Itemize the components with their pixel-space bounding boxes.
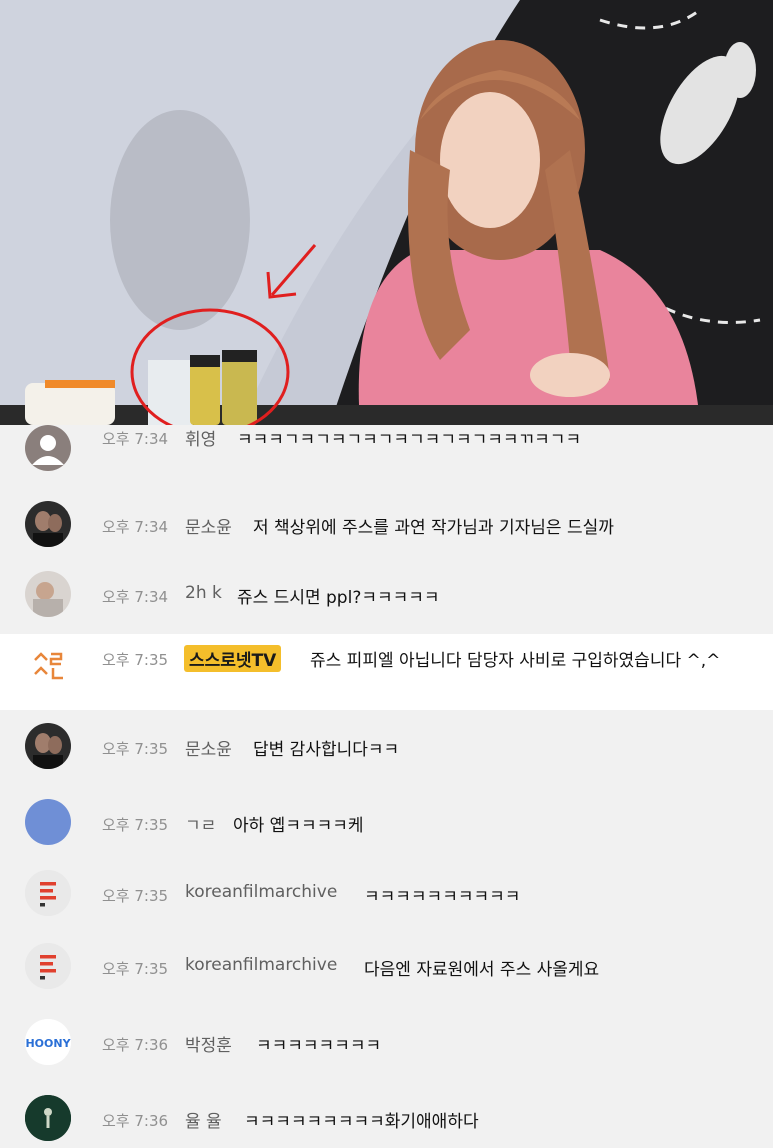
message-timestamp: 오후 7:34 [102, 518, 169, 536]
message-text: 쥬스 피피엘 아닙니다 담당자 사비로 구입하였습니다 ^,^ [310, 651, 721, 671]
chat-message[interactable]: 오후 7:34 2h k 쥬스 드시면 ppl?ㅋㅋㅋㅋㅋ [0, 559, 773, 629]
video-player[interactable] [0, 0, 773, 425]
chat-message[interactable]: HOONY 오후 7:36 박정훈 ㅋㅋㅋㅋㅋㅋㅋㅋ [0, 1007, 773, 1077]
chat-message[interactable]: 오후 7:35 koreanfilmarchive 다음엔 자료원에서 주스 사… [0, 931, 773, 1001]
chat-message[interactable]: 오후 7:35 koreanfilmarchive ㅋㅋㅋㅋㅋㅋㅋㅋㅋㅋ [0, 858, 773, 928]
message-author[interactable]: 문소윤 [185, 735, 232, 760]
message-text: 쥬스 드시면 ppl?ㅋㅋㅋㅋㅋ [237, 588, 440, 608]
message-author[interactable]: 박정훈 [185, 1031, 232, 1056]
hoony-logo-text: HOONY [25, 1037, 71, 1050]
message-text: ㅋㅋㅋㅋㅋㅋㅋㅋㅋㅋ [364, 887, 521, 907]
photo-avatar[interactable] [25, 571, 71, 617]
message-author[interactable]: koreanfilmarchive [185, 955, 337, 975]
hoony-logo[interactable]: HOONY [25, 1019, 71, 1065]
message-author[interactable]: 2h k [185, 583, 222, 603]
message-timestamp: 오후 7:34 [102, 430, 169, 448]
message-author[interactable]: ㄱㄹ [185, 811, 216, 836]
dark-green-logo[interactable] [25, 1095, 71, 1141]
chat-message-owner[interactable]: 오후 7:35 스스로넷TV 쥬스 피피엘 아닙니다 담당자 사비로 구입하였습… [0, 634, 773, 710]
message-text: 저 책상위에 주스를 과연 작가님과 기자님은 드실까 [253, 518, 614, 538]
message-timestamp: 오후 7:36 [102, 1036, 169, 1054]
message-author[interactable]: 율 율 [185, 1107, 222, 1132]
message-timestamp: 오후 7:36 [102, 1112, 169, 1130]
blue-circle-avatar[interactable] [25, 799, 71, 845]
chat-message[interactable]: 오후 7:34 문소윤 저 책상위에 주스를 과연 작가님과 기자님은 드실까 [0, 489, 773, 559]
message-author[interactable]: koreanfilmarchive [185, 882, 337, 902]
message-timestamp: 오후 7:35 [102, 651, 169, 669]
archive-logo[interactable] [25, 943, 71, 989]
channel-logo[interactable] [25, 646, 71, 692]
photo-avatar[interactable] [25, 723, 71, 769]
chat-message[interactable]: 오후 7:35 ㄱㄹ 아하 옙ㅋㅋㅋㅋ케 [0, 787, 773, 857]
live-chat-list[interactable]: 오후 7:34 휘영 ㅋㅋㅋㄱㅋㄱㅋㄱㅋㄱㅋㄱㅋㄱㅋㄱㅋㅋㄲㅋㄱㅋ 오후 7:3… [0, 425, 773, 1148]
message-timestamp: 오후 7:34 [102, 588, 169, 606]
chat-message[interactable]: 오후 7:35 문소윤 답변 감사합니다ㅋㅋ [0, 711, 773, 781]
message-timestamp: 오후 7:35 [102, 887, 169, 905]
chat-message[interactable]: 오후 7:34 휘영 ㅋㅋㅋㄱㅋㄱㅋㄱㅋㄱㅋㄱㅋㄱㅋㄱㅋㅋㄲㅋㄱㅋ [0, 425, 773, 483]
message-author[interactable]: 휘영 [185, 425, 216, 450]
owner-badge[interactable]: 스스로넷TV [184, 645, 282, 672]
message-text: 답변 감사합니다ㅋㅋ [253, 740, 400, 760]
message-text: ㅋㅋㅋㅋㅋㅋㅋㅋㅋ화기애애하다 [244, 1112, 479, 1132]
chat-message[interactable]: 오후 7:36 율 율 ㅋㅋㅋㅋㅋㅋㅋㅋㅋ화기애애하다 [0, 1083, 773, 1148]
user-icon[interactable] [25, 425, 71, 471]
message-timestamp: 오후 7:35 [102, 816, 169, 834]
message-text: 아하 옙ㅋㅋㅋㅋ케 [233, 816, 364, 836]
message-text: 다음엔 자료원에서 주스 사올게요 [364, 960, 600, 980]
message-text: ㅋㅋㅋㅋㅋㅋㅋㅋ [256, 1036, 382, 1056]
photo-avatar[interactable] [25, 501, 71, 547]
video-frame [0, 0, 773, 425]
message-timestamp: 오후 7:35 [102, 740, 169, 758]
message-timestamp: 오후 7:35 [102, 960, 169, 978]
archive-logo[interactable] [25, 870, 71, 916]
message-text: ㅋㅋㅋㄱㅋㄱㅋㄱㅋㄱㅋㄱㅋㄱㅋㄱㅋㅋㄲㅋㄱㅋ [237, 430, 582, 450]
message-author[interactable]: 문소윤 [185, 513, 232, 538]
